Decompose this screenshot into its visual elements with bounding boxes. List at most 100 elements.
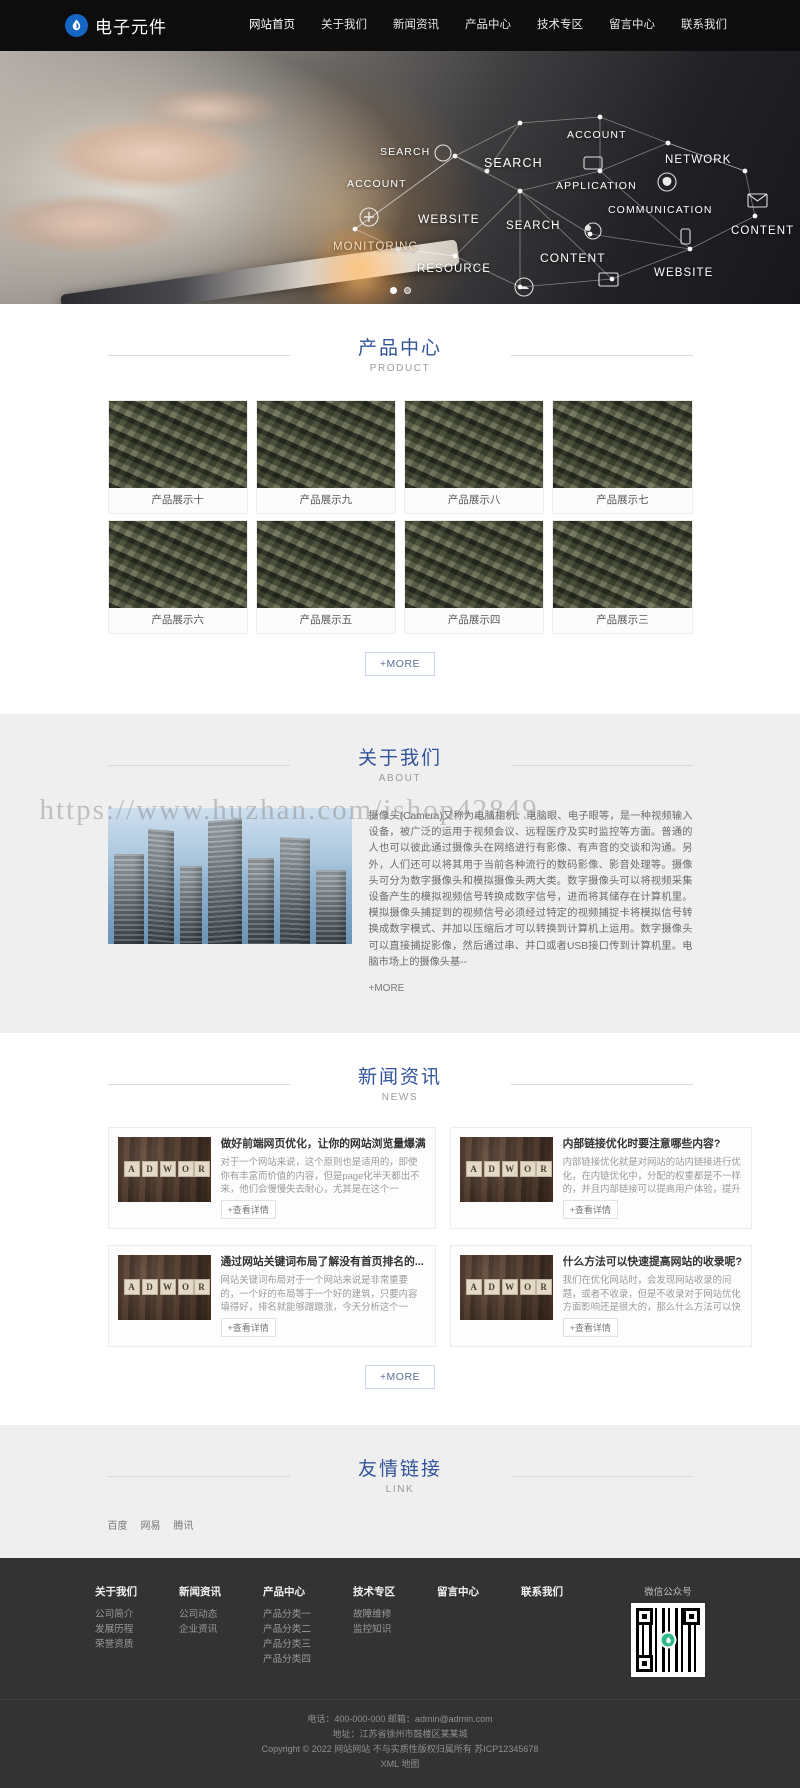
nav-item-about[interactable]: 关于我们 [308, 0, 380, 51]
product-card[interactable]: 产品展示六 [107, 520, 248, 634]
news-card[interactable]: A D W O R 内部链接优化时要注意哪些内容? 内部链接优化就是对网站的站内… [449, 1127, 752, 1230]
footer-contact-line: 电话：400-000-000 邮箱：admin@admin.com [307, 1714, 493, 1725]
links-subtitle: LINK [385, 1484, 415, 1496]
heading-line-left [107, 765, 290, 766]
banner-carousel-dots [0, 287, 800, 294]
heading-line-left [107, 355, 290, 356]
banner-label-network: NETWORK [665, 154, 732, 166]
about-heading: 关于我们 ABOUT [107, 714, 693, 784]
product-card[interactable]: 产品展示七 [552, 400, 693, 514]
about-more-link[interactable]: +MORE [369, 981, 405, 997]
news-item-desc: 我们在优化网站时，会发现网站收录的问题，或者不收录，但是不收录对于网站优化方面影… [562, 1274, 741, 1313]
site-logo[interactable]: 电子元件 [60, 13, 167, 38]
footer-link[interactable]: 发展历程 [95, 1622, 137, 1637]
friendly-link-netease[interactable]: 网易 [141, 1517, 161, 1532]
nav-item-contact[interactable]: 联系我们 [668, 0, 740, 51]
news-card[interactable]: A D W O R 什么方法可以快速提高网站的收录呢? 我们在优化网站时，会发现… [449, 1245, 752, 1348]
news-thumbnail: A D W O R [117, 1137, 211, 1203]
friendly-link-baidu[interactable]: 百度 [108, 1517, 128, 1532]
news-item-desc: 网站关键词布局对于一个网站来说是非常重要的，一个好的布局等于一个好的建筑，只要内… [220, 1274, 418, 1313]
news-thumbnail: A D W O R [459, 1137, 553, 1203]
footer-column-news: 新闻资讯 公司动态 企业资讯 [179, 1584, 221, 1667]
banner-label-website-2: WEBSITE [654, 267, 714, 279]
product-card[interactable]: 产品展示九 [255, 400, 396, 514]
footer-link[interactable]: 公司简介 [95, 1607, 137, 1622]
product-name: 产品展示四 [405, 608, 544, 633]
product-name: 产品展示六 [108, 608, 247, 633]
banner-dot-1[interactable] [389, 287, 397, 294]
footer-column-title[interactable]: 产品中心 [263, 1584, 311, 1599]
banner-label-search-1: SEARCH [380, 146, 431, 158]
news-subtitle: NEWS [381, 1092, 419, 1104]
nav-item-home[interactable]: 网站首页 [236, 0, 308, 51]
news-item-desc: 内部链接优化就是对网站的站内链接进行优化，在内链优化中，分配的权重都是不一样的，… [562, 1156, 741, 1195]
banner-label-resource: RESOURCE [417, 263, 491, 275]
news-more-wrap: +MORE [0, 1347, 800, 1417]
footer-column-title[interactable]: 新闻资讯 [179, 1584, 221, 1599]
news-item-desc: 对于一个网站来说，这个原则也是适用的，即使你有丰富而价值的内容，但是page化半… [220, 1156, 420, 1195]
nav-item-technology[interactable]: 技术专区 [524, 0, 596, 51]
main-navigation: 网站首页 关于我们 新闻资讯 产品中心 技术专区 留言中心 联系我们 [236, 0, 740, 51]
footer-sitemap-link[interactable]: XML 地图 [0, 1757, 800, 1772]
footer-link[interactable]: 产品分类一 [263, 1607, 311, 1622]
product-image [256, 401, 395, 488]
product-name: 产品展示三 [553, 608, 692, 633]
wechat-qr-label: 微信公众号 [644, 1587, 692, 1599]
product-card[interactable]: 产品展示十 [107, 400, 248, 514]
products-more-button[interactable]: +MORE [364, 652, 436, 676]
product-card[interactable]: 产品展示四 [404, 520, 545, 634]
about-title: 关于我们 [357, 748, 442, 769]
heading-line-left [107, 1084, 290, 1086]
news-detail-link[interactable]: +查看详情 [562, 1200, 618, 1220]
footer-link[interactable]: 企业资讯 [179, 1622, 221, 1637]
product-name: 产品展示八 [405, 488, 544, 513]
about-paragraph: 摄像头(Camera)又称为电脑相机、电脑眼、电子眼等，是一种视频输入设备，被广… [368, 811, 693, 968]
about-image [107, 808, 352, 944]
footer-column-about: 关于我们 公司简介 发展历程 荣誉资质 [95, 1584, 137, 1667]
product-card[interactable]: 产品展示八 [404, 400, 545, 514]
friendly-link-tencent[interactable]: 腾讯 [174, 1517, 194, 1532]
news-card[interactable]: A D W O R 做好前端网页优化，让你的网站浏览量爆满 对于一个网站来说，这… [107, 1127, 436, 1230]
news-detail-link[interactable]: +查看详情 [220, 1200, 276, 1220]
footer-address-line: 地址：江苏省徐州市鼓楼区某某城 [332, 1729, 468, 1740]
news-detail-link[interactable]: +查看详情 [562, 1318, 618, 1338]
products-subtitle: PRODUCT [369, 363, 431, 374]
nav-item-products[interactable]: 产品中心 [452, 0, 524, 51]
footer-column-title[interactable]: 留言中心 [437, 1584, 479, 1599]
news-thumbnail: A D W O R [117, 1255, 211, 1321]
banner-label-account-1: ACCOUNT [567, 129, 627, 141]
news-detail-link[interactable]: +查看详情 [220, 1318, 276, 1338]
nav-item-news[interactable]: 新闻资讯 [380, 0, 452, 51]
footer-column-title[interactable]: 技术专区 [353, 1584, 395, 1599]
logo-text: 电子元件 [95, 18, 167, 37]
footer-link[interactable]: 公司动态 [179, 1607, 221, 1622]
banner-label-application: APPLICATION [556, 180, 637, 192]
footer-column-title[interactable]: 关于我们 [95, 1584, 137, 1599]
footer-link[interactable]: 监控知识 [353, 1622, 395, 1637]
wechat-qr-block: 微信公众号 [631, 1584, 705, 1678]
product-image [108, 401, 247, 488]
nav-item-message[interactable]: 留言中心 [596, 0, 668, 51]
banner-dot-2[interactable] [403, 287, 411, 294]
footer-link[interactable]: 产品分类三 [263, 1637, 311, 1652]
heading-line-right [510, 1084, 693, 1086]
product-grid: 产品展示十 产品展示九 产品展示八 产品展示七 产品展示六 产品展示五 产品展示… [107, 400, 693, 634]
footer-link[interactable]: 荣誉资质 [95, 1637, 137, 1652]
footer-link[interactable]: 产品分类四 [263, 1652, 311, 1667]
hero-banner[interactable]: ACCOUNT SEARCH SEARCH NETWORK ACCOUNT AP… [0, 51, 800, 304]
links-heading: 友情链接 LINK [107, 1425, 693, 1496]
banner-label-monitoring: MONITORING [333, 241, 419, 253]
product-image [405, 521, 544, 608]
footer-column-title[interactable]: 联系我们 [521, 1584, 563, 1599]
friendly-links-list: 百度 网易 腾讯 [108, 1517, 693, 1532]
product-image [405, 401, 544, 488]
footer-column-technology: 技术专区 故障维修 监控知识 [353, 1584, 395, 1667]
product-card[interactable]: 产品展示五 [255, 520, 396, 634]
footer-link[interactable]: 产品分类二 [263, 1622, 311, 1637]
news-more-button[interactable]: +MORE [364, 1365, 436, 1390]
product-image [553, 401, 692, 488]
news-card[interactable]: A D W O R 通过网站关键词布局了解没有首页排名的... 网站关键词布局对… [107, 1245, 436, 1348]
footer-column-products: 产品中心 产品分类一 产品分类二 产品分类三 产品分类四 [263, 1584, 311, 1667]
footer-link[interactable]: 故障维修 [353, 1607, 395, 1622]
product-card[interactable]: 产品展示三 [552, 520, 693, 634]
